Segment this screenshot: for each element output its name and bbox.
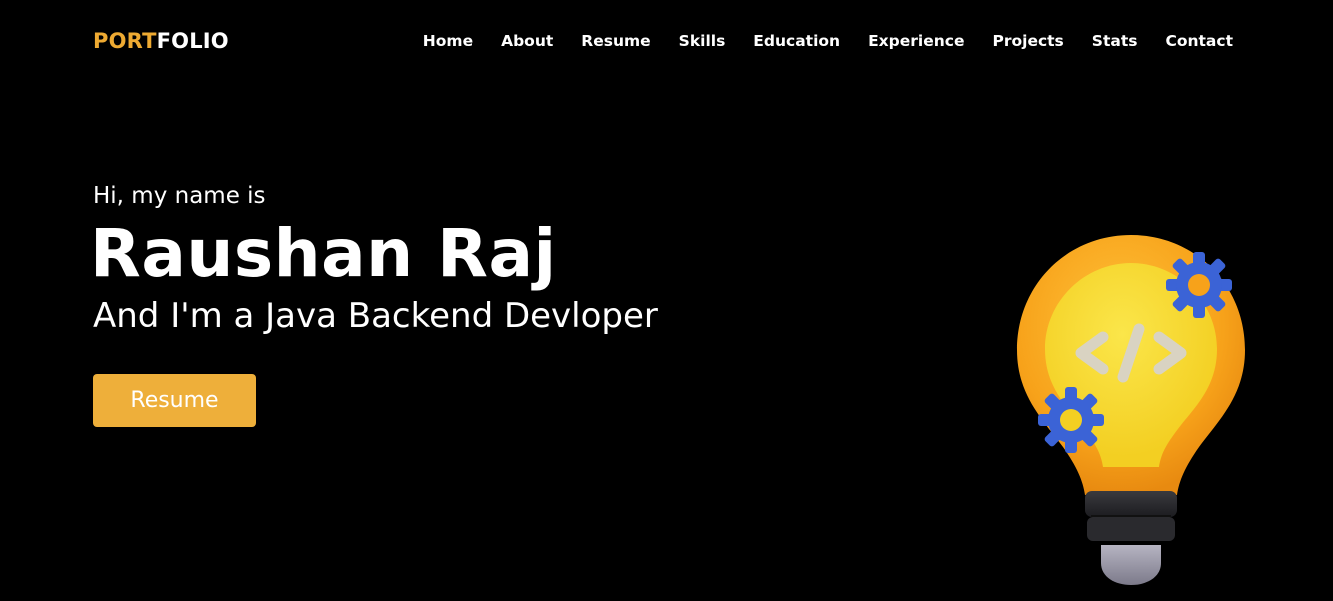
logo[interactable]: PORTFOLIO [93, 28, 229, 54]
nav-link-contact[interactable]: Contact [1165, 32, 1233, 50]
hero-role: And I'm a Java Backend Devloper [93, 296, 658, 336]
lightbulb-code-icon [1017, 235, 1245, 585]
nav-item-about: About [501, 31, 553, 51]
bulb-cap-bottom [1087, 517, 1175, 541]
hero-name: Raushan Raj [90, 215, 557, 292]
nav-item-resume: Resume [581, 31, 650, 51]
hero-section: Hi, my name is Raushan Raj And I'm a Jav… [90, 180, 658, 338]
nav-link-projects[interactable]: Projects [992, 32, 1063, 50]
nav-link-stats[interactable]: Stats [1092, 32, 1138, 50]
nav-item-stats: Stats [1092, 31, 1138, 51]
nav-item-experience: Experience [868, 31, 964, 51]
nav-link-resume[interactable]: Resume [581, 32, 650, 50]
nav-link-home[interactable]: Home [423, 32, 473, 50]
nav-links: Home About Resume Skills Education Exper… [395, 31, 1233, 51]
gear-icon [1038, 387, 1104, 453]
nav-link-experience[interactable]: Experience [868, 32, 964, 50]
bulb-tip [1101, 545, 1161, 585]
nav-item-home: Home [423, 31, 473, 51]
bulb-cap-top [1085, 491, 1177, 517]
nav-item-education: Education [753, 31, 840, 51]
resume-button[interactable]: Resume [93, 374, 256, 427]
portfolio-page: PORTFOLIO Home About Resume Skills Educa… [0, 0, 1333, 601]
nav-item-skills: Skills [679, 31, 726, 51]
hero-greeting: Hi, my name is [93, 183, 266, 209]
logo-rest: FOLIO [156, 29, 229, 53]
nav-link-skills[interactable]: Skills [679, 32, 726, 50]
nav-link-education[interactable]: Education [753, 32, 840, 50]
logo-accent: PORT [93, 29, 157, 53]
nav-item-projects: Projects [992, 31, 1063, 51]
nav-item-contact: Contact [1165, 31, 1233, 51]
gear-icon [1166, 252, 1232, 318]
nav-link-about[interactable]: About [501, 32, 553, 50]
navbar: PORTFOLIO Home About Resume Skills Educa… [0, 0, 1333, 82]
